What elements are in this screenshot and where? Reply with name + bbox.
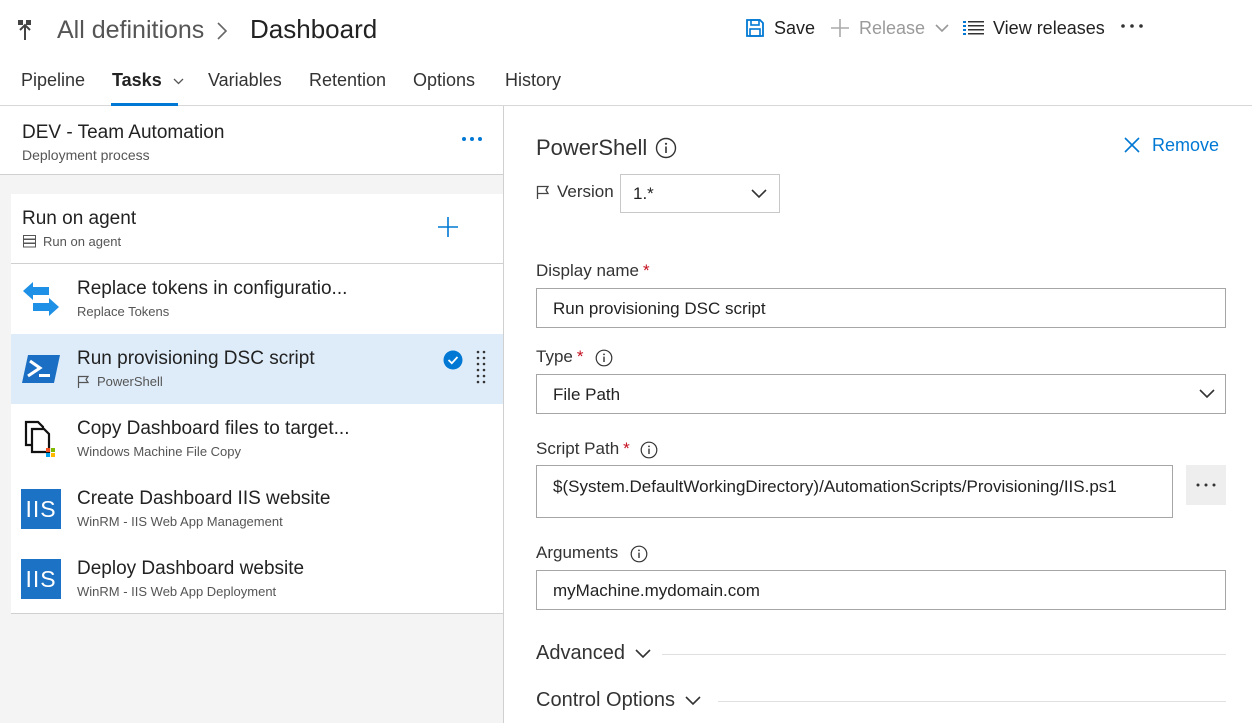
add-task-icon[interactable] — [437, 216, 459, 238]
iis-icon: IIS — [21, 559, 61, 599]
info-icon[interactable] — [655, 137, 677, 159]
environment-header[interactable]: DEV - Team Automation Deployment process — [0, 106, 503, 175]
plus-icon — [830, 18, 850, 38]
agent-job-header[interactable]: Run on agent Run on agent — [11, 194, 503, 264]
task-item-replace-tokens[interactable]: Replace tokens in configuratio... Replac… — [11, 264, 503, 334]
version-label: Version — [557, 182, 614, 201]
flag-icon — [77, 375, 90, 389]
version-select[interactable]: 1.* — [620, 174, 780, 213]
task-name: Deploy Dashboard website — [77, 558, 305, 579]
replace-tokens-icon — [21, 279, 61, 319]
task-type: Replace Tokens — [77, 304, 170, 319]
display-name-value: Run provisioning DSC script — [553, 299, 766, 318]
remove-label: Remove — [1152, 134, 1220, 155]
version-value: 1.* — [633, 184, 654, 203]
list-icon — [963, 20, 984, 36]
display-name-field[interactable]: Run provisioning DSC script — [536, 288, 1226, 328]
flag-icon — [536, 185, 550, 200]
task-item-deploy-website[interactable]: IIS Deploy Dashboard website WinRM - IIS… — [11, 544, 503, 614]
powershell-icon — [21, 349, 61, 389]
release-label: Release — [859, 17, 926, 38]
agent-job-subtitle: Run on agent — [43, 234, 122, 249]
script-path-value: $(System.DefaultWorkingDirectory)/Automa… — [553, 477, 1117, 496]
environment-more-icon[interactable] — [460, 133, 484, 145]
arguments-field[interactable]: myMachine.mydomain.com — [536, 570, 1226, 610]
page-title: Dashboard — [250, 14, 378, 44]
control-options-label: Control Options — [536, 689, 675, 711]
display-name-label: Display name * — [536, 261, 650, 280]
info-icon[interactable] — [640, 441, 658, 459]
more-actions-icon[interactable] — [1119, 13, 1147, 39]
chevron-down-icon — [635, 648, 651, 658]
task-item-create-iis-website[interactable]: IIS Create Dashboard IIS website WinRM -… — [11, 474, 503, 544]
task-detail-title: PowerShell — [536, 135, 648, 160]
environment-title: DEV - Team Automation — [22, 122, 225, 143]
advanced-label: Advanced — [536, 642, 625, 664]
iis-icon: IIS — [21, 489, 61, 529]
save-label: Save — [774, 17, 816, 38]
save-button[interactable]: Save — [745, 15, 815, 41]
tab-retention[interactable]: Retention — [309, 70, 386, 91]
tab-tasks[interactable]: Tasks — [112, 70, 184, 91]
drag-handle-icon[interactable] — [475, 349, 487, 387]
remove-task-button[interactable]: Remove — [1123, 134, 1219, 156]
save-icon — [745, 18, 765, 38]
task-name: Create Dashboard IIS website — [77, 488, 331, 509]
header: All definitions Dashboard Save Release V… — [0, 0, 1252, 106]
chevron-down-icon — [173, 78, 184, 85]
task-name: Run provisioning DSC script — [77, 348, 315, 369]
section-divider — [662, 654, 1226, 655]
view-releases-button[interactable]: View releases — [963, 15, 1105, 41]
close-icon — [1124, 137, 1140, 153]
task-item-run-provisioning[interactable]: Run provisioning DSC script PowerShell — [11, 334, 503, 404]
script-path-label: Script Path * — [536, 439, 630, 458]
script-path-field[interactable]: $(System.DefaultWorkingDirectory)/Automa… — [536, 465, 1173, 518]
task-name: Copy Dashboard files to target... — [77, 418, 350, 439]
section-divider — [718, 701, 1226, 702]
chevron-down-icon — [751, 189, 767, 199]
task-type: WinRM - IIS Web App Deployment — [77, 584, 277, 599]
type-select[interactable]: File Path — [536, 374, 1226, 414]
task-list: Run on agent Run on agent Replace tokens… — [11, 194, 503, 614]
tab-pipeline[interactable]: Pipeline — [21, 70, 85, 91]
arguments-label: Arguments — [536, 543, 619, 562]
checkmark-icon — [443, 350, 463, 370]
breadcrumb-all-definitions[interactable]: All definitions — [57, 16, 204, 45]
release-button[interactable]: Release — [830, 15, 949, 41]
chevron-down-icon — [685, 695, 701, 705]
task-item-copy-files[interactable]: Copy Dashboard files to target... Window… — [11, 404, 503, 474]
tab-variables[interactable]: Variables — [208, 70, 282, 91]
arguments-value: myMachine.mydomain.com — [553, 581, 760, 600]
server-icon — [23, 235, 36, 248]
info-icon[interactable] — [630, 545, 648, 563]
chevron-right-icon — [216, 22, 228, 40]
info-icon[interactable] — [595, 349, 613, 367]
release-pipeline-icon — [16, 18, 38, 42]
tab-options[interactable]: Options — [413, 70, 475, 91]
task-type: WinRM - IIS Web App Management — [77, 514, 283, 529]
type-label: Type * — [536, 347, 584, 366]
task-name: Replace tokens in configuratio... — [77, 278, 348, 299]
chevron-down-icon — [935, 23, 949, 33]
agent-job-title: Run on agent — [22, 208, 137, 229]
control-options-section-toggle[interactable]: Control Options — [536, 689, 701, 712]
file-copy-icon — [21, 419, 61, 459]
view-releases-label: View releases — [993, 17, 1105, 38]
ellipsis-icon — [1196, 483, 1216, 487]
type-value: File Path — [553, 385, 621, 404]
tab-history[interactable]: History — [505, 70, 561, 91]
advanced-section-toggle[interactable]: Advanced — [536, 642, 651, 665]
tab-tasks-label: Tasks — [112, 70, 162, 90]
chevron-down-icon — [1199, 389, 1215, 399]
task-detail-panel: PowerShell Remove Version 1.* Display na… — [504, 106, 1252, 723]
task-type: PowerShell — [97, 374, 163, 389]
process-panel: DEV - Team Automation Deployment process… — [0, 106, 504, 723]
task-type: Windows Machine File Copy — [77, 444, 242, 459]
environment-subtitle: Deployment process — [22, 147, 150, 163]
browse-button[interactable] — [1186, 465, 1226, 505]
